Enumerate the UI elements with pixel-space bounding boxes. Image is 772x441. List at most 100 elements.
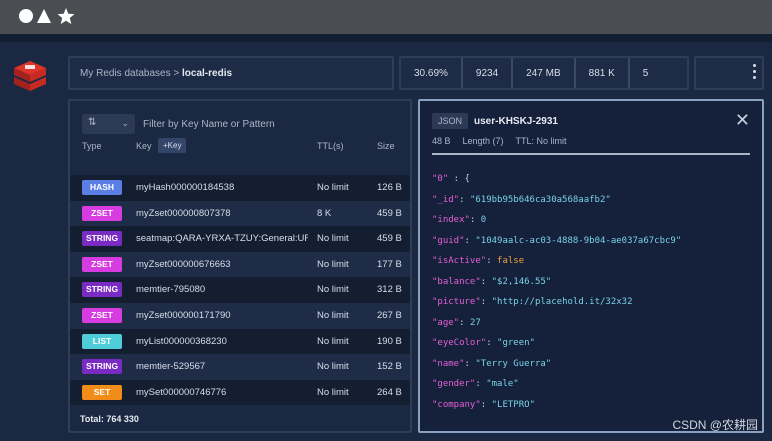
json-value: "619bb95b646ca30a568aafb2"	[469, 194, 611, 205]
json-line[interactable]: "isActive": false	[432, 256, 681, 277]
column-type: Type	[82, 141, 102, 151]
json-line[interactable]: "balance": "$2,146.55"	[432, 277, 681, 298]
key-ttl: No limit	[317, 233, 349, 245]
key-rows: HASH myHash000000184538 No limit 126 B ZSET…	[70, 175, 410, 406]
add-key-button[interactable]: +Key	[158, 138, 187, 153]
column-key: Key	[136, 141, 152, 151]
json-key: "eyeColor"	[432, 338, 487, 348]
json-line[interactable]: "eyeColor": "green"	[432, 338, 681, 359]
json-value: "green"	[497, 338, 535, 348]
key-ttl: No limit	[317, 284, 349, 296]
json-line[interactable]: "_id": "619bb95b646ca30a568aafb2"	[432, 195, 681, 216]
close-icon[interactable]: ✕	[735, 111, 750, 129]
divider	[432, 153, 750, 155]
stat-keys: 881 K	[576, 58, 630, 88]
json-line[interactable]: "guid": "1049aalc-ac03-4888-9b04-ae037a6…	[432, 236, 681, 257]
stat-commands: 9234	[463, 58, 514, 88]
json-line[interactable]: "gender": "male"	[432, 379, 681, 400]
json-value: false	[497, 256, 525, 266]
header-gap	[0, 34, 772, 42]
detail-ttl[interactable]: TTL: No limit	[516, 136, 567, 146]
key-ttl: No limit	[317, 309, 349, 321]
table-row[interactable]: LIST myList000000368230 No limit 190 B	[70, 328, 410, 355]
json-key: "_id"	[432, 194, 460, 205]
key-size: 459 B	[377, 233, 402, 245]
key-size: 190 B	[377, 335, 402, 347]
table-row[interactable]: STRING seatmap:QARA-YRXA-TZUY:General:UF N…	[70, 226, 410, 252]
key-ttl: No limit	[317, 386, 349, 398]
json-line[interactable]: "index": 0	[432, 215, 681, 236]
key-name: mySet000000746776	[136, 386, 227, 398]
key-detail-panel: JSON user-KHSKJ-2931 ✕ 48 B Length (7) T…	[418, 99, 764, 433]
type-badge: ZSET	[82, 256, 122, 272]
table-row[interactable]: ZSET myZset000000676663 No limit 177 B	[70, 251, 410, 278]
json-key: "guid"	[432, 235, 465, 246]
json-line[interactable]: "company": "LETPRO"	[432, 400, 681, 421]
breadcrumb-current: local-redis	[182, 68, 233, 79]
detail-header: JSON user-KHSKJ-2931	[432, 113, 558, 129]
json-separator: :	[486, 338, 498, 348]
json-key: "balance"	[432, 276, 481, 287]
json-separator: :	[469, 215, 481, 225]
redis-logo-icon[interactable]	[12, 60, 48, 94]
json-key: "isActive"	[432, 256, 487, 266]
json-value: "LETPRO"	[491, 399, 535, 410]
key-type-label: JSON	[432, 113, 469, 129]
json-key: "name"	[432, 358, 465, 369]
key-size: 177 B	[377, 258, 402, 270]
json-separator: :	[475, 379, 487, 389]
star-icon	[57, 8, 75, 24]
shape-icons	[19, 8, 75, 24]
json-line[interactable]: "name": "Terry Guerra"	[432, 359, 681, 380]
json-key: "index"	[432, 215, 470, 225]
detail-length: Length (7)	[462, 136, 504, 146]
json-separator: : {	[448, 174, 470, 184]
chevron-down-icon: ⌄	[121, 118, 129, 128]
column-size: Size	[377, 141, 395, 151]
json-value: "Terry Guerra"	[475, 358, 552, 369]
more-options-button[interactable]	[694, 56, 764, 90]
key-size: 126 B	[377, 182, 402, 193]
json-value: "1049aalc-ac03-4888-9b04-ae037a67cbc9"	[475, 235, 682, 246]
column-ttl: TTL(s)	[317, 141, 344, 151]
stat-cpu: 30.69%	[401, 58, 463, 88]
filter-icon: ⇅	[88, 117, 97, 128]
table-row[interactable]: ZSET myZset000000171790 No limit 267 B	[70, 302, 410, 329]
key-size: 312 B	[377, 284, 402, 296]
top-bar	[0, 0, 772, 34]
filter-input[interactable]: Filter by Key Name or Pattern	[143, 119, 275, 130]
total-keys: Total: 764 330	[80, 414, 139, 424]
table-row[interactable]: HASH myHash000000184538 No limit 126 B	[70, 175, 410, 201]
key-size: 459 B	[377, 207, 402, 219]
key-size: 264 B	[377, 386, 402, 398]
stat-clients: 5	[642, 67, 649, 79]
key-name: myHash000000184538	[136, 182, 235, 193]
key-name: myList000000368230	[136, 335, 227, 347]
key-type-filter[interactable]: ⇅ ⌄	[82, 114, 135, 134]
json-line[interactable]: "age": 27	[432, 318, 681, 339]
breadcrumb: My Redis databases > local-redis	[68, 56, 394, 90]
json-value: "$2,146.55"	[491, 276, 552, 287]
app-shapes	[18, 7, 78, 25]
type-badge: LIST	[82, 333, 122, 349]
json-line[interactable]: "picture": "http://placehold.it/32x32	[432, 297, 681, 318]
key-ttl: No limit	[317, 182, 349, 193]
kebab-menu-icon[interactable]	[753, 64, 757, 79]
breadcrumb-parent[interactable]: My Redis databases	[80, 68, 171, 79]
key-list-panel: ⇅ ⌄ Filter by Key Name or Pattern Type K…	[68, 99, 412, 433]
key-name: myZset000000807378	[136, 207, 231, 219]
watermark: CSDN @农耕园	[672, 418, 758, 432]
table-row[interactable]: STRING memtier-529567 No limit 152 B	[70, 354, 410, 380]
type-badge: HASH	[82, 180, 122, 195]
type-badge: ZSET	[82, 307, 122, 323]
table-row[interactable]: ZSET myZset000000807378 8 K 459 B	[70, 200, 410, 227]
json-separator: :	[459, 194, 470, 205]
json-line[interactable]: "0" : {	[432, 174, 681, 195]
stat-memory: 247 MB	[513, 58, 576, 88]
table-row[interactable]: STRING memtier-795080 No limit 312 B	[70, 277, 410, 303]
key-ttl: No limit	[317, 361, 349, 373]
table-row[interactable]: SET mySet000000746776 No limit 264 B	[70, 379, 410, 406]
type-badge: SET	[82, 384, 122, 400]
key-name: myZset000000676663	[136, 258, 231, 270]
type-badge: STRING	[82, 359, 122, 375]
